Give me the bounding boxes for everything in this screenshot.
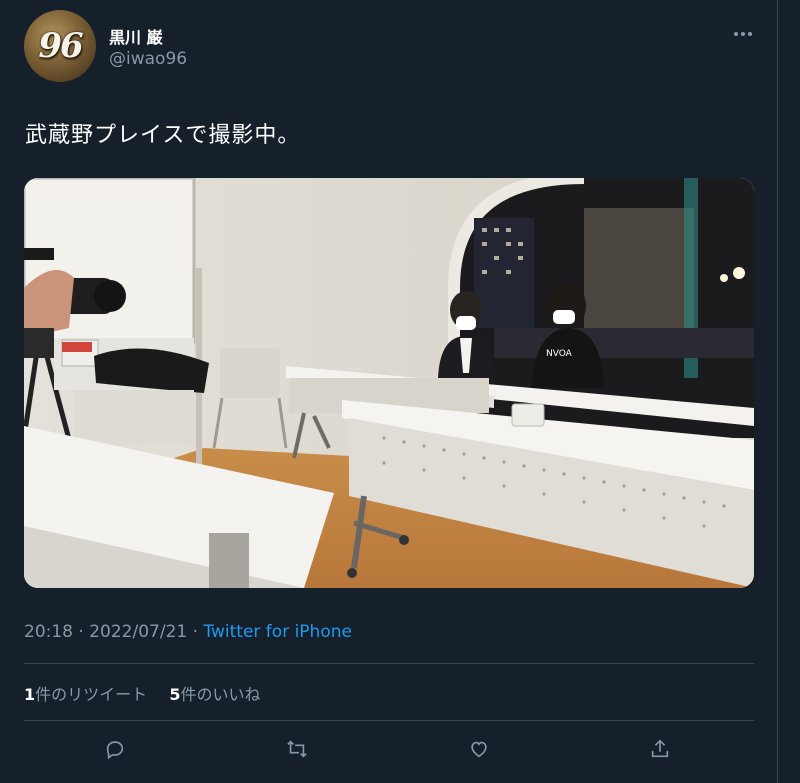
column-border bbox=[777, 0, 778, 783]
like-label: 件のいいね bbox=[180, 685, 261, 704]
photo-illustration: NVOA bbox=[24, 178, 754, 588]
retweet-stat[interactable]: 1件のリツイート bbox=[24, 685, 147, 704]
more-horizontal-icon[interactable] bbox=[726, 22, 760, 46]
display-name[interactable]: 黒川 巌 bbox=[109, 24, 163, 48]
retweet-label: 件のリツイート bbox=[35, 685, 148, 704]
share-icon[interactable] bbox=[647, 736, 673, 762]
engagement-stats: 1件のリツイート 5件のいいね bbox=[24, 681, 261, 705]
retweet-count: 1 bbox=[24, 685, 36, 704]
tweet-actions bbox=[0, 736, 800, 764]
svg-text:NVOA: NVOA bbox=[546, 349, 573, 359]
tweet-detail-page: 96 黒川 巌 @iwao96 武蔵野プレイスで撮影中。 NVOA 20:18 … bbox=[0, 0, 800, 783]
like-count: 5 bbox=[169, 685, 181, 704]
like-icon[interactable] bbox=[466, 736, 492, 762]
tweet-time[interactable]: 20:18 bbox=[24, 622, 73, 642]
avatar[interactable]: 96 bbox=[24, 10, 96, 82]
meta-separator: · bbox=[78, 622, 84, 642]
tweet-meta: 20:18 · 2022/07/21 · Twitter for iPhone bbox=[24, 622, 352, 642]
user-handle[interactable]: @iwao96 bbox=[109, 49, 187, 69]
meta-separator: · bbox=[192, 622, 199, 642]
like-stat[interactable]: 5件のいいね bbox=[169, 685, 260, 704]
tweet-date[interactable]: 2022/07/21 bbox=[89, 622, 187, 642]
divider bbox=[24, 663, 754, 664]
divider bbox=[24, 720, 754, 721]
tweet-source-link[interactable]: Twitter for iPhone bbox=[203, 622, 352, 642]
avatar-logo: 96 bbox=[38, 26, 83, 66]
tweet-photo[interactable]: NVOA bbox=[24, 178, 754, 588]
reply-icon[interactable] bbox=[102, 736, 128, 762]
tweet-text: 武蔵野プレイスで撮影中。 bbox=[25, 123, 301, 148]
retweet-icon[interactable] bbox=[284, 736, 310, 762]
